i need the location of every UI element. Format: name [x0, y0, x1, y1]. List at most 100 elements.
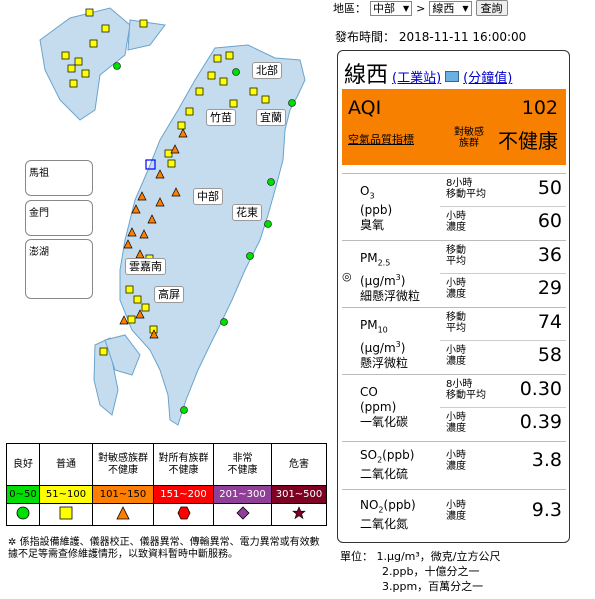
period-label: 小時 濃度	[446, 412, 466, 434]
pollutant-row-no2: NO2(ppb) 二氧化氮 小時 濃度 9.3	[342, 489, 566, 537]
aqi-index-link[interactable]: 空氣品質指標	[348, 131, 414, 147]
region-label-kaoping[interactable]: 高屏	[154, 286, 184, 303]
pollutant-subrow: 小時 濃度 60	[440, 206, 566, 238]
pollutant-row-co: CO (ppm) 一氧化碳 8小時 移動平均 0.30 小時 濃度 0.39	[342, 374, 566, 438]
pollutant-subrow: 小時 濃度 29	[440, 273, 566, 305]
aqi-label: AQI	[348, 97, 382, 119]
pm25-radio-icon[interactable]: ◎	[342, 270, 352, 283]
pollutant-name: SO2(ppb) 二氧化硫	[360, 448, 415, 482]
period-label: 小時 濃度	[446, 500, 466, 522]
aqi-value: 102	[521, 97, 558, 119]
region-label-yilan[interactable]: 宜蘭	[256, 109, 286, 126]
square-icon	[39, 503, 93, 526]
period-label: 小時 濃度	[446, 211, 466, 233]
triangle-icon	[92, 503, 154, 526]
inset-penghu[interactable]: 澎湖	[25, 239, 93, 299]
diamond-icon	[213, 503, 272, 526]
station-panel: 線西 (工業站) (分鐘值) AQI 102 空氣品質指標 對敏感 族群 不健康 …	[337, 50, 570, 543]
pollutant-subrow: 小時 濃度 0.39	[440, 407, 566, 439]
pollutant-row-o3: O3 (ppb) 臭氧 8小時 移動平均 50 小時 濃度 60	[342, 173, 566, 237]
image-icon[interactable]	[445, 71, 460, 82]
pollutant-value: 74	[537, 311, 562, 333]
aqi-caption: 對敏感 族群	[454, 127, 484, 149]
pollutant-name: PM2.5 (μg/m3) 細懸浮微粒	[360, 251, 421, 304]
chevron-down-icon: ▼	[403, 3, 410, 13]
units-line: 3.ppm，百萬分之一	[382, 580, 484, 593]
legend-header: 非常 不健康	[213, 443, 272, 486]
station-select[interactable]: 線西 ▼	[429, 0, 472, 16]
region-label-central[interactable]: 中部	[193, 188, 223, 205]
pollutant-subrow: 小時 濃度 9.3	[440, 496, 566, 528]
period-label: 8小時 移動平均	[446, 379, 486, 401]
period-label: 移動 平均	[446, 245, 466, 267]
inset-matsu[interactable]: 馬祖	[25, 160, 93, 196]
aqi-legend: 良好 普通 對敏感族群 不健康 對所有族群 不健康 非常 不健康 危害 0~50 51…	[6, 443, 327, 526]
pollutant-row-pm25: PM2.5 (μg/m3) 細懸浮微粒 移動 平均 36 小時 濃度 29	[342, 240, 566, 304]
hexagon-icon	[153, 503, 214, 526]
legend-range: 0~50	[6, 485, 40, 504]
legend-header: 對所有族群 不健康	[153, 443, 214, 486]
pollutant-subrow: 8小時 移動平均 50	[440, 174, 566, 206]
period-label: 小時 濃度	[446, 278, 466, 300]
industrial-station-link[interactable]: (工業站)	[392, 67, 441, 86]
pollutant-name: O3 (ppb) 臭氧	[360, 184, 393, 233]
circle-icon	[6, 503, 40, 526]
region-label-yunjianan[interactable]: 雲嘉南	[125, 258, 166, 275]
units-note: 單位： 1.μg/m³，微克/立方公尺 2.ppb，十億分之一 3.ppm，百萬…	[340, 549, 501, 594]
chevron-down-icon: ▼	[462, 3, 469, 13]
publish-time: 發布時間： 2018-11-11 16:00:00	[335, 28, 526, 45]
period-label: 移動 平均	[446, 312, 466, 334]
pollutant-name: PM10 (μg/m3) 懸浮微粒	[360, 318, 409, 371]
region-label-huadong[interactable]: 花東	[232, 204, 262, 221]
pollutant-value: 50	[537, 177, 562, 199]
units-line: 2.ppb，十億分之一	[382, 565, 480, 578]
maintenance-note: ✲ 係指設備維護、儀器校正、儀器異常、傳輸異常、電力異常或有效數據不足等需查修維…	[8, 537, 328, 561]
pollutant-subrow: 小時 濃度 58	[440, 340, 566, 372]
pollutant-subrow: 移動 平均 36	[440, 241, 566, 273]
legend-range: 151~200	[153, 485, 214, 504]
region-label-north[interactable]: 北部	[252, 62, 282, 79]
pollutant-value: 60	[537, 210, 562, 232]
area-select-value: 中部	[373, 2, 395, 15]
region-label-hsinchu-miaoli[interactable]: 竹苗	[206, 109, 236, 126]
station-select-value: 線西	[432, 2, 455, 15]
period-label: 小時 濃度	[446, 345, 466, 367]
aqi-map: 馬祖 金門 澎湖 北部 竹苗 宜蘭 中部 花東 雲嘉南 高屏	[0, 0, 330, 440]
pollutant-name: NO2(ppb) 二氧化氮	[360, 498, 416, 532]
pollutant-name: CO (ppm) 一氧化碳	[360, 385, 409, 429]
legend-header: 普通	[39, 443, 93, 486]
pollutant-subrow: 移動 平均 74	[440, 308, 566, 340]
pollutant-row-pm10: PM10 (μg/m3) 懸浮微粒 移動 平均 74 小時 濃度 58	[342, 307, 566, 371]
maintenance-note-text: 係指設備維護、儀器校正、儀器異常、傳輸異常、電力異常或有效數據不足等需查修維護情…	[8, 537, 320, 560]
publish-time-value: 2018-11-11 16:00:00	[398, 30, 527, 44]
maintenance-icon: ✲	[8, 537, 17, 548]
pollutant-subrow: 8小時 移動平均 0.30	[440, 375, 566, 407]
pollutant-value: 9.3	[531, 499, 562, 521]
inset-kinmen[interactable]: 金門	[25, 200, 93, 236]
units-label: 單位：	[340, 550, 373, 563]
area-select[interactable]: 中部 ▼	[370, 0, 413, 16]
pollutant-value: 0.30	[519, 378, 562, 400]
publish-label: 發布時間：	[335, 30, 396, 44]
legend-range: 101~150	[92, 485, 154, 504]
station-name: 線西	[344, 63, 389, 88]
legend-range: 201~300	[213, 485, 272, 504]
station-header: 線西 (工業站) (分鐘值)	[344, 57, 512, 89]
legend-header: 良好	[6, 443, 40, 486]
aqi-status: 不健康	[498, 129, 558, 153]
selector-separator: >	[416, 1, 426, 15]
inset-label: 金門	[29, 208, 49, 219]
pollutant-value: 36	[537, 244, 562, 266]
pollutant-subrow: 小時 濃度 3.8	[440, 446, 566, 478]
legend-range: 301~500	[271, 485, 327, 504]
minute-values-link[interactable]: (分鐘值)	[463, 67, 512, 86]
period-label: 小時 濃度	[446, 450, 466, 472]
units-line: 1.μg/m³，微克/立方公尺	[376, 550, 501, 563]
pollutant-value: 3.8	[531, 449, 562, 471]
query-button[interactable]: 查詢	[475, 0, 508, 16]
star-icon	[271, 503, 327, 526]
pollutant-value: 58	[537, 344, 562, 366]
area-label: 地區：	[333, 2, 366, 15]
aqi-box: AQI 102 空氣品質指標 對敏感 族群 不健康	[342, 89, 566, 165]
pollutant-value: 29	[537, 277, 562, 299]
